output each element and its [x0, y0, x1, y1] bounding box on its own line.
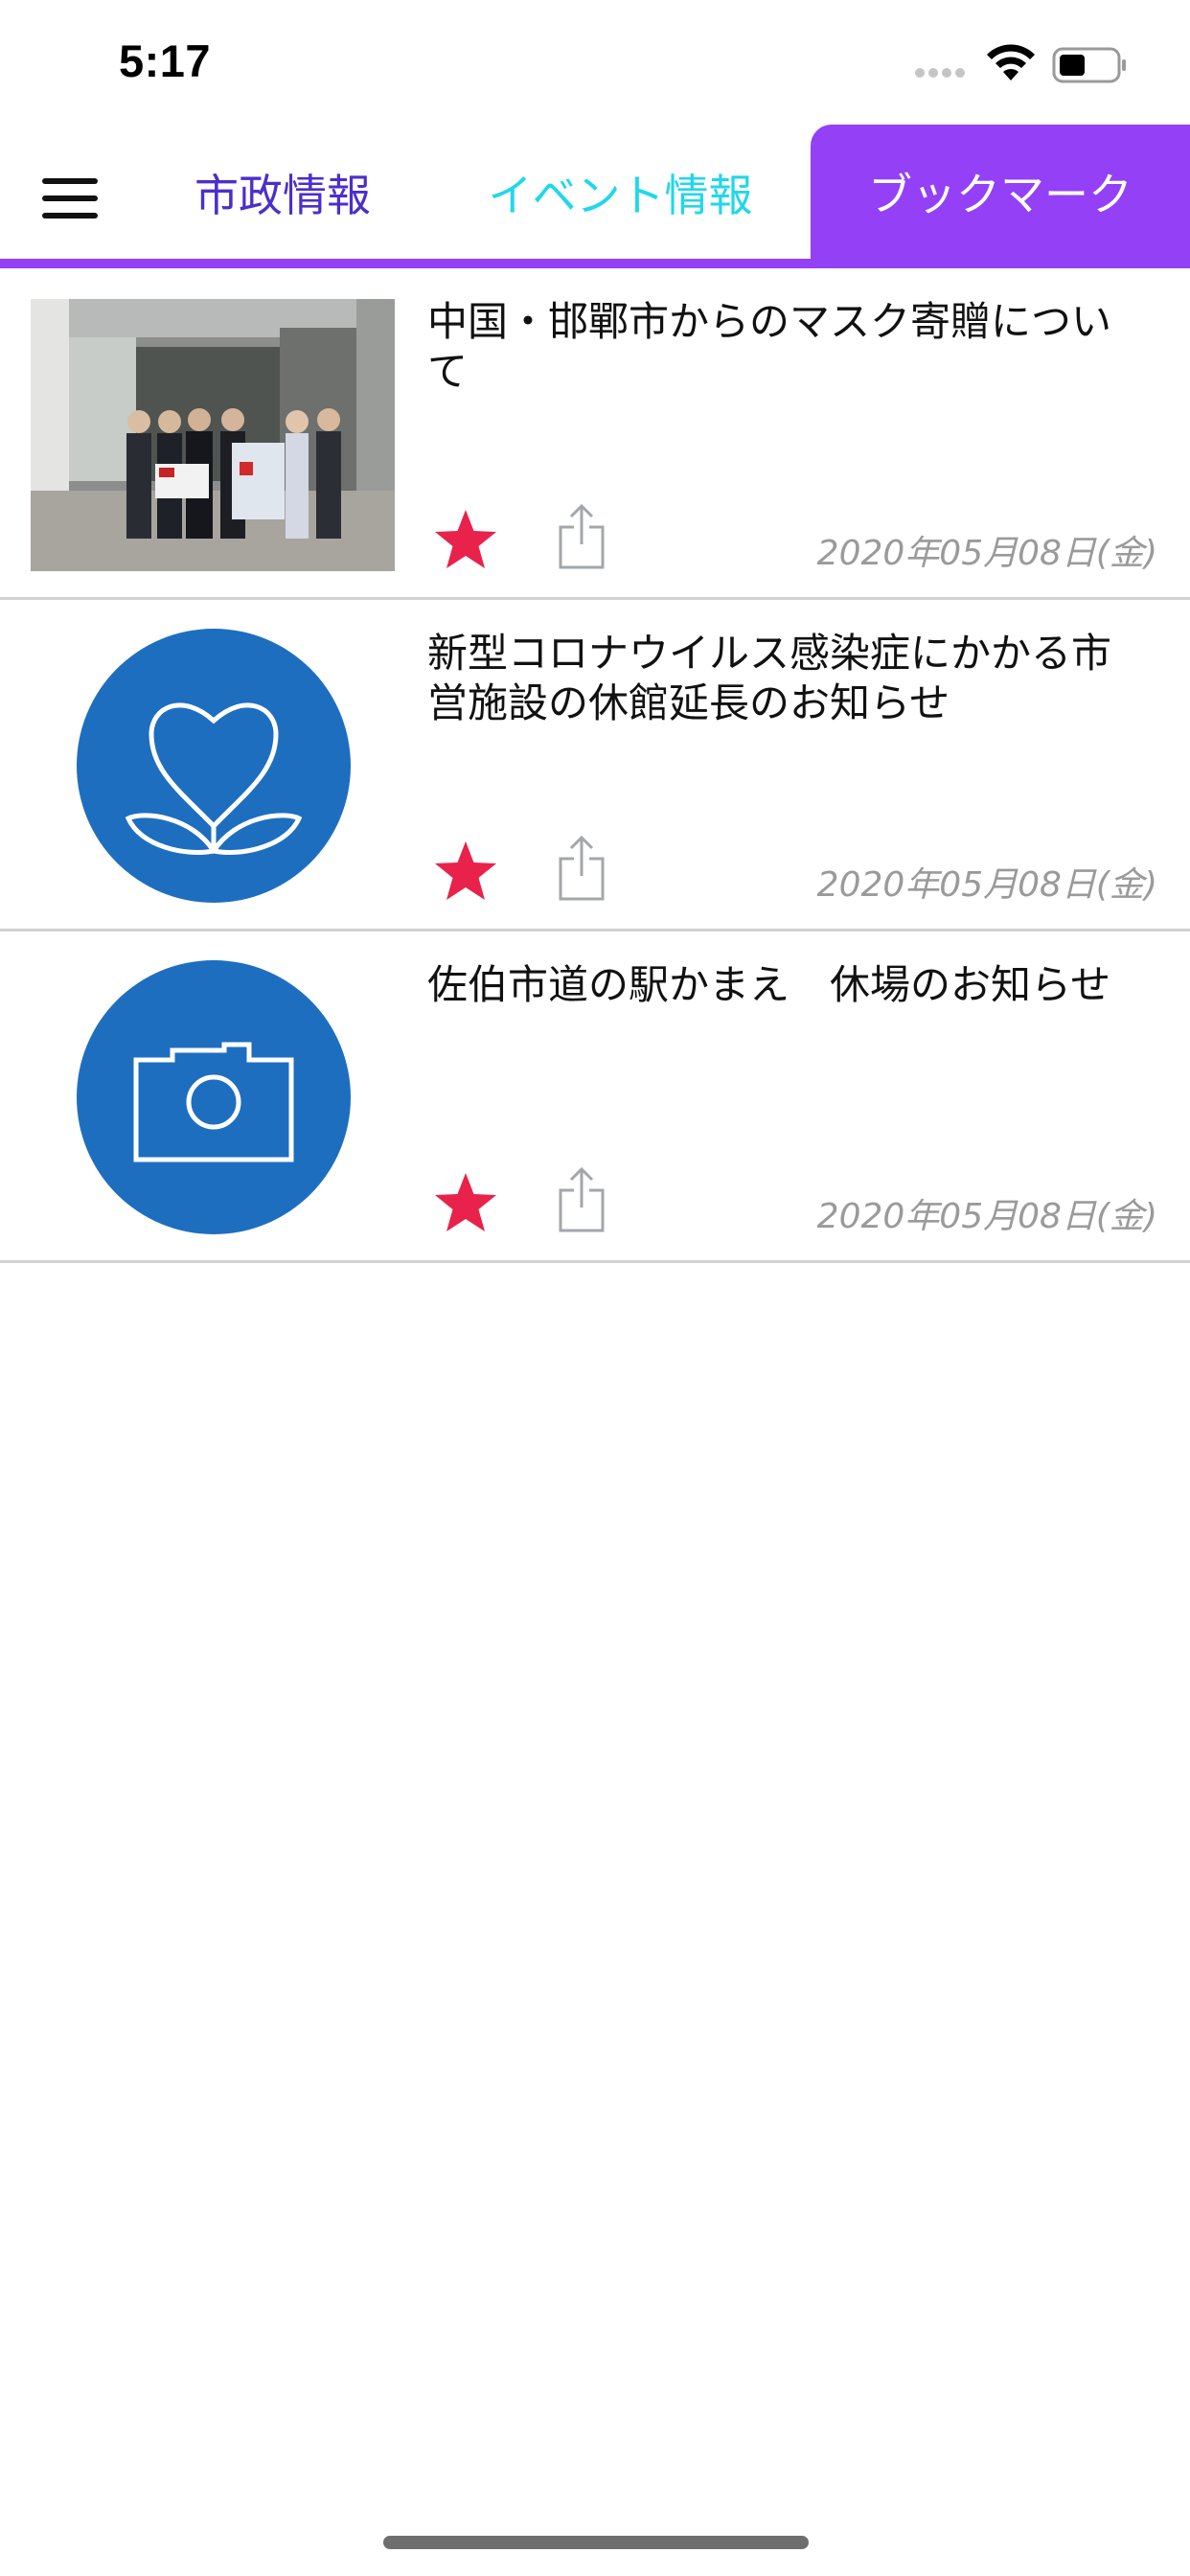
news-title: 中国・邯鄲市からのマスク寄贈について — [427, 298, 1112, 395]
bookmark-star-icon[interactable] — [433, 508, 498, 571]
list-item[interactable]: 佐伯市道の駅かまえ 休場のお知らせ 2020年05月08日(金) — [0, 932, 1190, 1263]
bookmark-star-icon[interactable] — [433, 1171, 498, 1234]
tab-city-info[interactable]: 市政情報 — [163, 125, 402, 261]
list-item[interactable]: 中国・邯鄲市からのマスク寄贈について 2020年05月08日(金) — [0, 268, 1190, 600]
home-indicator[interactable] — [383, 2536, 809, 2549]
news-date: 2020年05月08日(金) — [816, 1197, 1157, 1236]
flower-icon — [77, 629, 351, 903]
status-time: 5:17 — [119, 35, 212, 86]
battery-icon — [1052, 47, 1126, 83]
news-date: 2020年05月08日(金) — [816, 534, 1157, 573]
share-icon[interactable] — [558, 502, 606, 571]
bookmark-star-icon[interactable] — [433, 840, 498, 903]
list-item[interactable]: 新型コロナウイルス感染症にかかる市営施設の休館延長のお知らせ 2020年05月0… — [0, 600, 1190, 932]
tab-indicator-bar — [0, 259, 1190, 268]
wifi-icon — [987, 44, 1035, 80]
tab-bar: 市政情報 イベント情報 ブックマーク — [0, 125, 1190, 268]
news-title: 新型コロナウイルス感染症にかかる市営施設の休館延長のお知らせ — [427, 630, 1112, 726]
share-icon[interactable] — [558, 1165, 606, 1234]
camera-icon — [77, 960, 351, 1234]
news-date: 2020年05月08日(金) — [816, 865, 1157, 905]
news-title: 佐伯市道の駅かまえ 休場のお知らせ — [427, 961, 1111, 1008]
hamburger-menu-icon[interactable] — [33, 165, 109, 234]
status-bar: 5:17 — [0, 0, 1190, 125]
news-photo-thumbnail — [31, 299, 395, 571]
tab-event-info[interactable]: イベント情報 — [450, 125, 790, 261]
tab-bookmark[interactable]: ブックマーク — [811, 125, 1190, 259]
share-icon[interactable] — [558, 834, 606, 903]
